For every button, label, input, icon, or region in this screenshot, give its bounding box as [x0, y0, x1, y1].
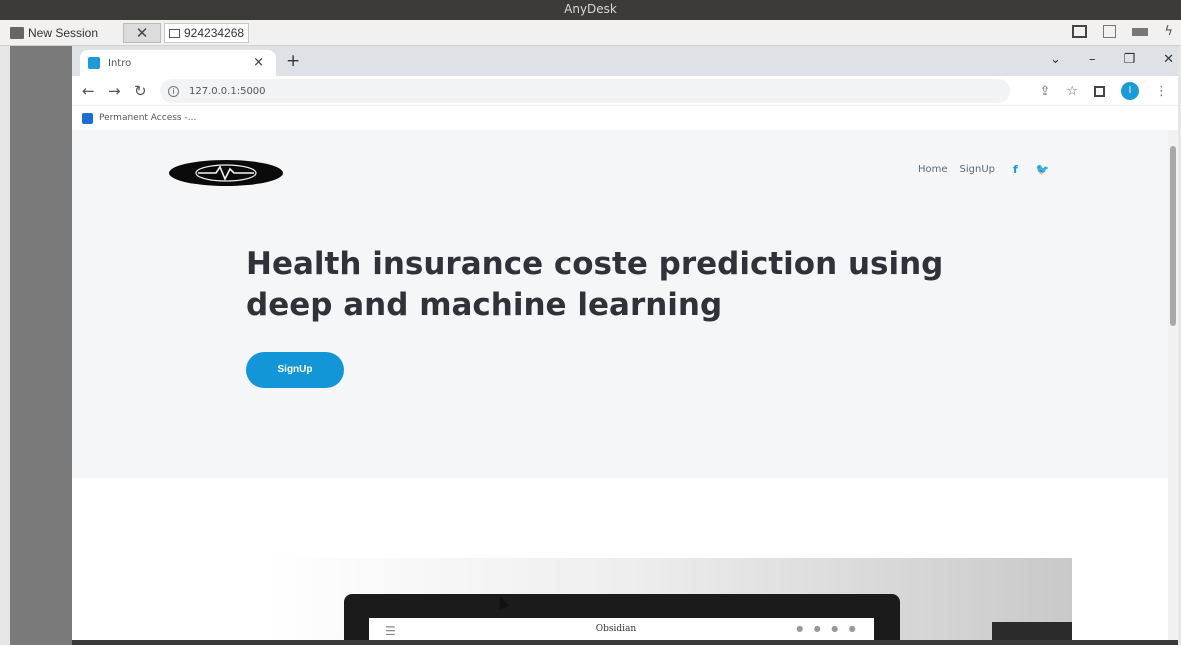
reload-icon[interactable]: ↻ — [134, 82, 147, 100]
tab-intro[interactable]: Intro × — [80, 50, 276, 76]
remote-bottom-edge — [72, 640, 1178, 645]
toolbar-actions: ⇪ ☆ I ⋮ — [1039, 82, 1168, 100]
anydesk-actions: ϟ — [1072, 24, 1173, 39]
bookmark-item[interactable]: Permanent Access -... — [99, 113, 196, 123]
new-session-tab[interactable]: New Session — [10, 23, 98, 43]
keyboard-icon[interactable] — [1132, 27, 1149, 36]
lightning-icon[interactable]: ϟ — [1164, 24, 1173, 39]
minimize-button[interactable]: – — [1089, 52, 1096, 67]
hamburger-icon: ☰ — [385, 624, 396, 638]
address-bar[interactable]: i 127.0.0.1:5000 — [160, 79, 1010, 103]
tab-search-icon[interactable]: ⌄ — [1050, 52, 1061, 67]
promo-image-dark-area — [992, 622, 1072, 640]
bookmark-star-icon[interactable]: ☆ — [1066, 84, 1078, 99]
close-window-button[interactable]: ✕ — [1163, 52, 1174, 67]
tab-title: Intro — [108, 57, 132, 69]
preview-social-icons: ● ● ● ● — [796, 624, 860, 633]
signup-button[interactable]: SignUp — [246, 352, 344, 388]
preview-brand: Obsidian — [595, 624, 637, 634]
profile-avatar[interactable]: I — [1121, 82, 1139, 100]
os-window-title: AnyDesk — [0, 0, 1181, 20]
window-controls: ⌄ – ❐ ✕ — [1050, 52, 1174, 67]
nav-home-link[interactable]: Home — [918, 164, 948, 175]
site-info-icon[interactable]: i — [168, 85, 179, 97]
menu-icon[interactable]: ⋮ — [1155, 84, 1168, 99]
laptop-screen: ☰ Obsidian ● ● ● ● — [369, 618, 874, 640]
site-logo[interactable] — [168, 159, 284, 187]
page-viewport: Home SignUp f 🐦 Health insurance coste p… — [72, 130, 1168, 640]
twitter-icon[interactable]: 🐦 — [1036, 163, 1050, 176]
close-session-button[interactable]: ✕ — [123, 23, 161, 43]
url-text: 127.0.0.1:5000 — [189, 85, 266, 97]
restore-button[interactable]: ❐ — [1123, 52, 1135, 67]
facebook-icon[interactable]: f — [1013, 163, 1018, 176]
anydesk-toolbar: New Session ✕ 924234268 ϟ — [0, 20, 1181, 46]
share-icon[interactable]: ⇪ — [1039, 84, 1050, 99]
side-panel-icon[interactable] — [1094, 85, 1105, 97]
remote-session-tab[interactable]: 924234268 — [164, 23, 249, 43]
new-tab-button[interactable]: + — [286, 51, 300, 71]
tab-strip: Intro × + ⌄ – ❐ ✕ — [72, 46, 1178, 76]
hero-title: Health insurance coste prediction using … — [246, 246, 944, 323]
forward-icon[interactable]: → — [108, 82, 121, 100]
new-session-label: New Session — [28, 26, 99, 40]
favicon-icon — [88, 57, 100, 69]
chat-icon[interactable] — [1103, 25, 1117, 38]
tab-close-icon[interactable]: × — [253, 55, 264, 70]
session-icon — [10, 27, 24, 39]
scrollbar-thumb[interactable] — [1170, 146, 1176, 326]
browser-window: Intro × + ⌄ – ❐ ✕ ← → ↻ i 127.0.0.1:5000… — [72, 46, 1178, 640]
site-nav: Home SignUp f 🐦 — [918, 163, 1050, 176]
browser-toolbar: ← → ↻ i 127.0.0.1:5000 ⇪ ☆ I ⋮ — [72, 76, 1178, 106]
monitor-icon — [169, 28, 180, 38]
remote-id: 924234268 — [184, 26, 245, 40]
bookmarks-bar: Permanent Access -... — [72, 106, 1178, 130]
bookmark-icon — [82, 112, 93, 124]
back-icon[interactable]: ← — [82, 82, 95, 100]
remote-left-border — [0, 46, 72, 645]
display-icon[interactable] — [1072, 25, 1088, 38]
nav-signup-link[interactable]: SignUp — [960, 164, 995, 175]
hero-section: Home SignUp f 🐦 Health insurance coste p… — [72, 130, 1168, 478]
